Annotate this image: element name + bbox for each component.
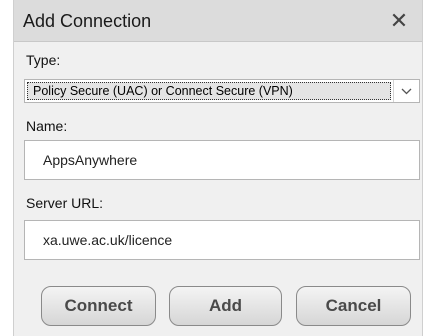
close-icon[interactable]: ✕ bbox=[386, 8, 412, 34]
type-select-value: Policy Secure (UAC) or Connect Secure (V… bbox=[27, 82, 391, 100]
name-field[interactable]: AppsAnywhere bbox=[24, 140, 420, 180]
add-connection-dialog: Add Connection ✕ Type: Policy Secure (UA… bbox=[13, 0, 423, 336]
server-url-field[interactable]: xa.uwe.ac.uk/licence bbox=[24, 220, 420, 260]
type-label: Type: bbox=[26, 52, 61, 68]
connect-button[interactable]: Connect bbox=[41, 286, 156, 326]
add-button[interactable]: Add bbox=[169, 286, 282, 326]
type-select[interactable]: Policy Secure (UAC) or Connect Secure (V… bbox=[24, 79, 420, 103]
chevron-down-icon[interactable] bbox=[393, 80, 419, 102]
title-bar: Add Connection ✕ bbox=[14, 0, 422, 42]
cancel-button[interactable]: Cancel bbox=[296, 286, 411, 326]
name-label: Name: bbox=[26, 118, 68, 134]
dialog-title: Add Connection bbox=[23, 11, 152, 31]
server-url-label: Server URL: bbox=[26, 195, 104, 211]
